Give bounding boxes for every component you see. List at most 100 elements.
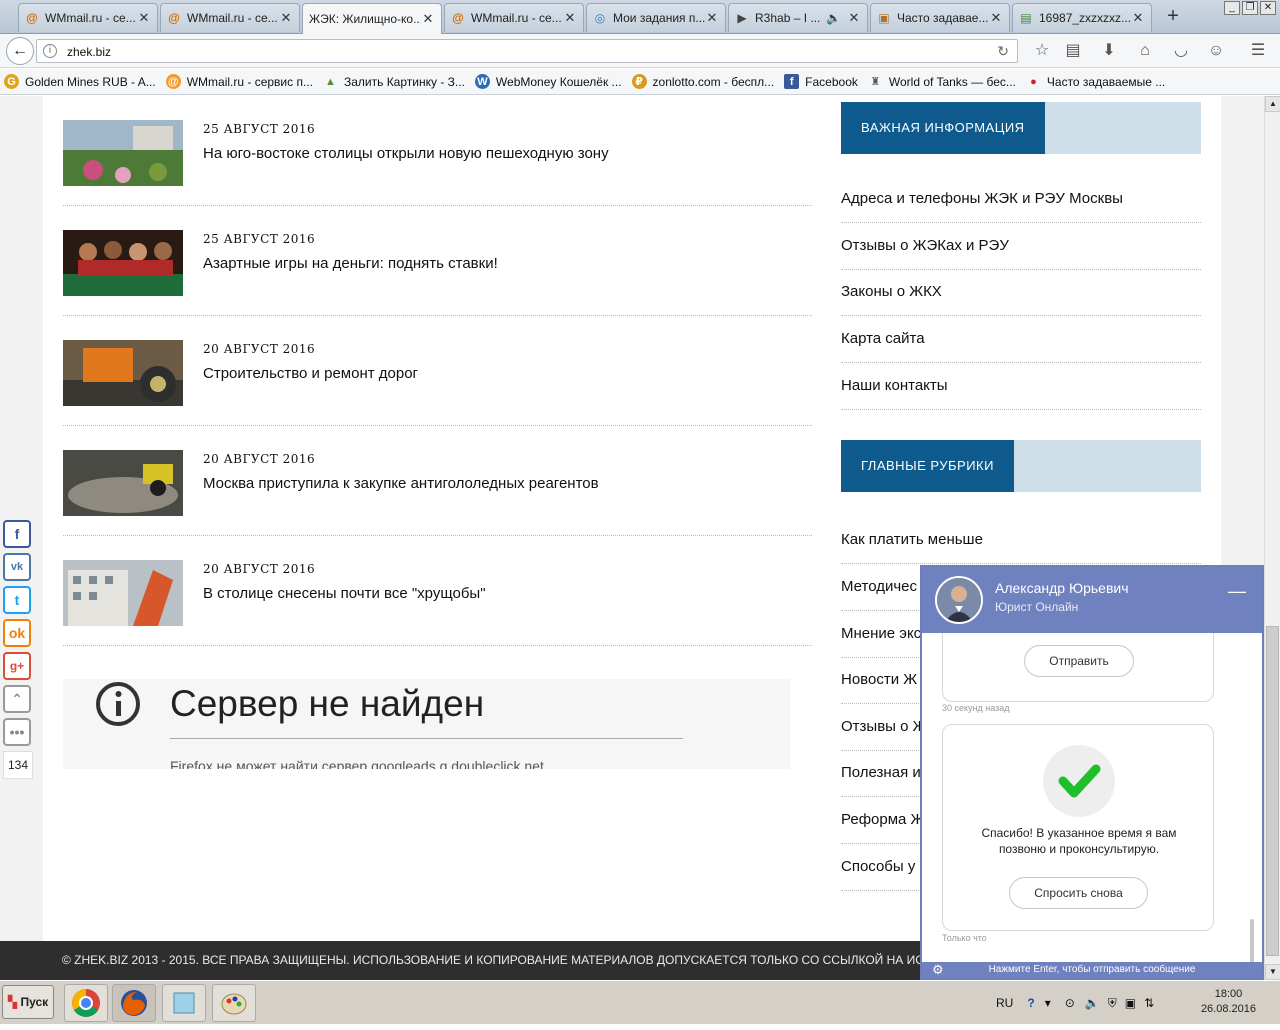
news-item[interactable]: 25 АВГУСТ 2016 Азартные игры на деньги: … <box>63 206 812 316</box>
download-icon[interactable]: ⬇ <box>1098 40 1120 62</box>
language-indicator[interactable]: RU <box>996 996 1013 1010</box>
google-plus-share-icon[interactable]: g+ <box>3 652 31 680</box>
back-button[interactable]: ← <box>6 37 34 65</box>
paint-taskbar-icon[interactable] <box>212 984 256 1022</box>
browser-tab[interactable]: ▤ 16987_zxzxzxz... ✕ <box>1012 3 1152 32</box>
news-title[interactable]: Азартные игры на деньги: поднять ставки! <box>203 255 498 272</box>
address-bar[interactable]: i zhek.biz ↻ <box>36 39 1018 63</box>
firefox-taskbar-icon[interactable] <box>112 984 156 1022</box>
reload-icon[interactable]: ↻ <box>997 43 1009 60</box>
tab-close-icon[interactable]: ✕ <box>705 10 719 26</box>
news-date: 25 АВГУСТ 2016 <box>203 122 316 136</box>
pocket-icon[interactable]: ◡ <box>1170 40 1192 62</box>
restore-button[interactable]: ❐ <box>1242 1 1258 15</box>
chat-bubble-icon[interactable]: ☺ <box>1205 40 1227 62</box>
scroll-up-arrow-icon[interactable]: ▲ <box>1265 96 1280 112</box>
bookmark-item[interactable]: W WebMoney Кошелёк ... <box>474 74 622 89</box>
connection-icon[interactable]: ⇅ <box>1144 996 1154 1010</box>
bookmark-item[interactable]: ₽ zonlotto.com - беспл... <box>631 74 775 89</box>
page-scrollbar[interactable]: ▲ ▼ <box>1264 96 1280 980</box>
scrollbar-thumb[interactable] <box>1266 626 1279 956</box>
tab-close-icon[interactable]: ✕ <box>421 11 435 27</box>
bookmark-item[interactable]: ♜ World of Tanks — бес... <box>868 74 1015 89</box>
news-item[interactable]: 25 АВГУСТ 2016 На юго-востоке столицы от… <box>63 96 812 206</box>
send-button[interactable]: Отправить <box>1024 645 1134 677</box>
settings-gear-icon[interactable]: ⚙ <box>932 962 944 978</box>
network-icon[interactable]: ⊙ <box>1065 996 1075 1010</box>
sidebar-link[interactable]: Законы о ЖКХ <box>841 269 1201 316</box>
scroll-down-arrow-icon[interactable]: ▼ <box>1265 964 1280 980</box>
sidebar-link[interactable]: Отзывы о ЖЭКах и РЭУ <box>841 223 1201 270</box>
ask-again-button[interactable]: Спросить снова <box>1009 877 1148 909</box>
sidebar-link[interactable]: Наши контакты <box>841 363 1201 410</box>
news-title[interactable]: В столице снесены почти все "хрущобы" <box>203 585 486 602</box>
site-info-icon[interactable]: i <box>43 44 57 58</box>
bookmark-label: zonlotto.com - беспл... <box>652 74 775 89</box>
reading-list-icon[interactable]: ▤ <box>1062 40 1084 62</box>
chrome-taskbar-icon[interactable] <box>64 984 108 1022</box>
news-thumbnail[interactable] <box>63 560 183 626</box>
more-options-icon[interactable]: ••• <box>3 718 31 746</box>
start-button[interactable]: ▚ Пуск <box>2 985 54 1019</box>
wmmail-favicon-icon: @ <box>168 11 180 25</box>
help-icon[interactable]: ? <box>1027 996 1034 1010</box>
tab-close-icon[interactable]: ✕ <box>137 10 151 26</box>
sidebar-link[interactable]: Адреса и телефоны ЖЭК и РЭУ Москвы <box>841 176 1201 223</box>
message-timestamp: 30 секунд назад <box>942 703 1010 713</box>
address-url[interactable]: zhek.biz <box>67 45 111 59</box>
browser-tab[interactable]: @ WMmail.ru - се... ✕ <box>160 3 300 32</box>
new-tab-button[interactable]: + <box>1160 5 1186 29</box>
speaker-icon[interactable]: 🔈 <box>826 11 841 25</box>
security-icon[interactable]: ⛨ <box>1108 996 1117 1011</box>
error-text: Firefox не может найти сервер googleads.… <box>170 758 544 769</box>
chat-header[interactable]: Александр Юрьевич Юрист Онлайн — <box>922 567 1262 633</box>
browser-tab[interactable]: ▣ Часто задавае... ✕ <box>870 3 1010 32</box>
tab-close-icon[interactable]: ✕ <box>563 10 577 26</box>
vk-share-icon[interactable]: vk <box>3 553 31 581</box>
news-title[interactable]: Строительство и ремонт дорог <box>203 365 418 382</box>
tab-close-icon[interactable]: ✕ <box>279 10 293 26</box>
browser-tab[interactable]: ◎ Мои задания п... ✕ <box>586 3 726 32</box>
bookmark-label: WMmail.ru - сервис п... <box>186 74 313 89</box>
news-item[interactable]: 20 АВГУСТ 2016 Строительство и ремонт до… <box>63 316 812 426</box>
play-favicon-icon: ▶ <box>737 11 747 25</box>
taskbar-clock[interactable]: 18:00 26.08.2016 <box>1201 987 1256 1017</box>
volume-icon[interactable]: 🔈 <box>1085 996 1100 1010</box>
minimize-icon[interactable]: — <box>1228 581 1246 602</box>
news-thumbnail[interactable] <box>63 230 183 296</box>
bookmark-item[interactable]: f Facebook <box>784 74 858 89</box>
scroll-up-icon[interactable]: ⌃ <box>3 685 31 713</box>
display-icon[interactable]: ▣ <box>1125 996 1136 1010</box>
menu-hamburger-icon[interactable]: ☰ <box>1247 40 1269 62</box>
chat-scrollbar[interactable] <box>1250 919 1254 962</box>
close-window-button[interactable]: ✕ <box>1260 1 1276 15</box>
news-thumbnail[interactable] <box>63 450 183 516</box>
news-thumbnail[interactable] <box>63 340 183 406</box>
browser-tab[interactable]: ▶ R3hab – I ... 🔈 ✕ <box>728 3 868 32</box>
news-title[interactable]: Москва приступила к закупке антигололедн… <box>203 475 599 492</box>
bookmark-item[interactable]: G Golden Mines RUB - A... <box>4 74 156 89</box>
bookmark-item[interactable]: ● Часто задаваемые ... <box>1026 74 1165 89</box>
tab-close-icon[interactable]: ✕ <box>1131 10 1145 26</box>
news-title[interactable]: На юго-востоке столицы открыли новую пеш… <box>203 145 609 162</box>
bookmark-star-icon[interactable]: ☆ <box>1031 40 1053 62</box>
odnoklassniki-share-icon[interactable]: ok <box>3 619 31 647</box>
facebook-share-icon[interactable]: f <box>3 520 31 548</box>
sidebar-link[interactable]: Карта сайта <box>841 316 1201 363</box>
minimize-button[interactable]: _ <box>1224 1 1240 15</box>
news-item[interactable]: 20 АВГУСТ 2016 В столице снесены почти в… <box>63 536 812 646</box>
tray-expand-icon[interactable]: ▾ <box>1045 996 1051 1010</box>
browser-tab-active[interactable]: ЖЭК: Жилищно-ко... ✕ <box>302 3 442 34</box>
bookmark-item[interactable]: ▲ Залить Картинку - З... <box>323 74 465 89</box>
home-icon[interactable]: ⌂ <box>1134 40 1156 62</box>
browser-tab[interactable]: @ WMmail.ru - се... ✕ <box>444 3 584 32</box>
notes-taskbar-icon[interactable] <box>162 984 206 1022</box>
news-thumbnail[interactable] <box>63 120 183 186</box>
browser-tab[interactable]: @ WMmail.ru - се... ✕ <box>18 3 158 32</box>
news-item[interactable]: 20 АВГУСТ 2016 Москва приступила к закуп… <box>63 426 812 536</box>
bookmark-item[interactable]: @ WMmail.ru - сервис п... <box>165 74 313 89</box>
twitter-share-icon[interactable]: t <box>3 586 31 614</box>
tab-close-icon[interactable]: ✕ <box>847 10 861 26</box>
tab-close-icon[interactable]: ✕ <box>989 10 1003 26</box>
sidebar-link[interactable]: Как платить меньше <box>841 517 1201 564</box>
